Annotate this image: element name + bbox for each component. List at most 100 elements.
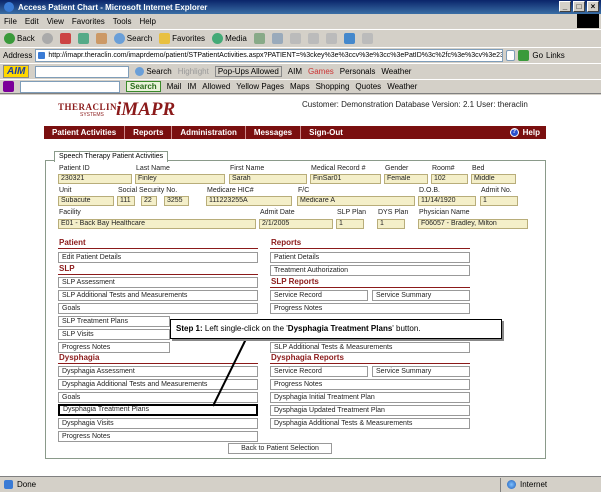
- yellow-pages-button[interactable]: Yellow Pages: [236, 82, 284, 91]
- dysphagia-additional-tests-report-button[interactable]: Dysphagia Additional Tests & Measurement…: [270, 418, 470, 429]
- windows-logo-icon: [577, 14, 599, 28]
- yahoo-icon[interactable]: [3, 81, 14, 92]
- slp-additional-tests-report-button[interactable]: SLP Additional Tests & Measurements: [270, 342, 470, 353]
- nav-reports[interactable]: Reports: [125, 126, 173, 139]
- forward-arrow-icon[interactable]: [41, 33, 53, 44]
- aim-search-button[interactable]: Search: [135, 67, 172, 76]
- slp-service-record-button[interactable]: Service Record: [270, 290, 368, 301]
- address-input[interactable]: http://imapr.theraclin.com/imaprdemo/pat…: [35, 49, 504, 62]
- menu-edit[interactable]: Edit: [21, 17, 43, 26]
- maps-button[interactable]: Maps: [290, 82, 310, 91]
- section-slp-reports: SLP Reports: [271, 277, 319, 286]
- menu-favorites[interactable]: Favorites: [68, 17, 109, 26]
- nav-messages[interactable]: Messages: [246, 126, 302, 139]
- main-nav: Patient Activities Reports Administratio…: [44, 126, 546, 139]
- section-divider: [270, 248, 470, 249]
- yahoo-allowed-button[interactable]: Allowed: [202, 82, 230, 91]
- dysphagia-goals-button[interactable]: Goals: [58, 392, 258, 403]
- edit-icon[interactable]: [307, 33, 319, 44]
- minimize-button[interactable]: _: [559, 1, 571, 12]
- research-icon[interactable]: [361, 33, 373, 44]
- search-button[interactable]: Search: [113, 33, 152, 44]
- messenger-icon[interactable]: [343, 33, 355, 44]
- yahoo-toolbar: Search Mail IM Allowed Yellow Pages Maps…: [0, 79, 601, 94]
- aim-menu-button[interactable]: AIM: [288, 67, 302, 76]
- back-button[interactable]: Back: [4, 33, 35, 44]
- history-icon[interactable]: [253, 33, 265, 44]
- security-zone: Internet: [500, 477, 547, 492]
- dysphagia-initial-plan-button[interactable]: Dysphagia Initial Treatment Plan: [270, 392, 470, 403]
- stop-icon[interactable]: [59, 33, 71, 44]
- yahoo-search-input[interactable]: [20, 80, 120, 93]
- logo-theraclin-text: THERACLIN: [58, 102, 118, 112]
- status-bar: Done Internet: [0, 476, 601, 492]
- dysphagia-visits-button[interactable]: Dysphagia Visits: [58, 418, 258, 429]
- quotes-button[interactable]: Quotes: [355, 82, 381, 91]
- label-dob: D.O.B.: [419, 187, 441, 194]
- shopping-button[interactable]: Shopping: [316, 82, 350, 91]
- menu-help[interactable]: Help: [135, 17, 159, 26]
- yahoo-weather-button[interactable]: Weather: [387, 82, 417, 91]
- nav-sign-out[interactable]: Sign-Out: [301, 126, 351, 139]
- section-divider: [58, 363, 258, 364]
- slp-progress-notes-button[interactable]: Progress Notes: [58, 342, 170, 353]
- tab-speech-therapy[interactable]: Speech Therapy Patient Activities: [54, 151, 169, 162]
- dysphagia-service-record-button[interactable]: Service Record: [270, 366, 368, 377]
- slp-additional-tests-button[interactable]: SLP Additional Tests and Measurements: [58, 290, 258, 301]
- edit-patient-details-button[interactable]: Edit Patient Details: [58, 252, 258, 263]
- yahoo-search-button[interactable]: Search: [126, 81, 161, 92]
- slp-progress-notes-report-button[interactable]: Progress Notes: [270, 303, 470, 314]
- menu-view[interactable]: View: [43, 17, 68, 26]
- callout-text-before: Left single-click on the ': [202, 324, 288, 333]
- popups-allowed-button[interactable]: Pop-Ups Allowed: [214, 66, 282, 77]
- go-arrow-icon[interactable]: [518, 50, 530, 61]
- aim-toolbar: AIM Search Highlight Pop-Ups Allowed AIM…: [0, 63, 601, 79]
- aim-logo[interactable]: AIM: [3, 65, 30, 78]
- menu-file[interactable]: File: [0, 17, 21, 26]
- dysphagia-treatment-plans-button[interactable]: Dysphagia Treatment Plans: [58, 404, 258, 416]
- slp-treatment-plans-button[interactable]: SLP Treatment Plans: [58, 316, 170, 327]
- dysphagia-additional-tests-button[interactable]: Dysphagia Additional Tests and Measureme…: [58, 379, 258, 390]
- home-icon[interactable]: [95, 33, 107, 44]
- dysphagia-assessment-button[interactable]: Dysphagia Assessment: [58, 366, 258, 377]
- address-dropdown-icon[interactable]: [506, 50, 516, 61]
- back-to-patient-selection-button[interactable]: Back to Patient Selection: [228, 443, 332, 454]
- maximize-button[interactable]: □: [573, 1, 585, 12]
- slp-assessment-button[interactable]: SLP Assessment: [58, 277, 258, 288]
- value-mrn: FinSar01: [310, 174, 381, 184]
- callout-step-label: Step 1:: [176, 324, 203, 333]
- refresh-icon[interactable]: [77, 33, 89, 44]
- status-left: Done: [0, 480, 500, 489]
- slp-goals-button[interactable]: Goals: [58, 303, 258, 314]
- label-bed: Bed: [472, 165, 485, 172]
- dysphagia-progress-notes-button[interactable]: Progress Notes: [58, 431, 258, 442]
- dysphagia-progress-notes-report-button[interactable]: Progress Notes: [270, 379, 470, 390]
- dysphagia-service-summary-button[interactable]: Service Summary: [372, 366, 470, 377]
- menu-tools[interactable]: Tools: [109, 17, 136, 26]
- slp-visits-button[interactable]: SLP Visits: [58, 329, 170, 340]
- personals-button[interactable]: Personals: [340, 67, 376, 76]
- value-room: 102: [431, 174, 468, 184]
- print-icon[interactable]: [289, 33, 301, 44]
- weather-button[interactable]: Weather: [381, 67, 411, 76]
- dysphagia-updated-plan-button[interactable]: Dysphagia Updated Treatment Plan: [270, 405, 470, 416]
- treatment-authorization-button[interactable]: Treatment Authorization: [270, 265, 470, 276]
- nav-patient-activities[interactable]: Patient Activities: [44, 126, 126, 139]
- close-button[interactable]: ×: [587, 1, 599, 12]
- nav-administration[interactable]: Administration: [172, 126, 246, 139]
- yahoo-im-button[interactable]: IM: [187, 82, 196, 91]
- aim-highlight-button[interactable]: Highlight: [178, 67, 209, 76]
- section-divider: [270, 287, 470, 288]
- favorites-button[interactable]: Favorites: [159, 33, 205, 44]
- help-button[interactable]: ? Help: [509, 126, 540, 139]
- links-button[interactable]: Links: [546, 51, 565, 60]
- games-button[interactable]: Games: [308, 67, 334, 76]
- discuss-icon[interactable]: [325, 33, 337, 44]
- slp-service-summary-button[interactable]: Service Summary: [372, 290, 470, 301]
- go-button[interactable]: Go: [532, 51, 543, 60]
- mail-icon[interactable]: [271, 33, 283, 44]
- yahoo-mail-button[interactable]: Mail: [167, 82, 182, 91]
- aim-search-input[interactable]: [35, 65, 130, 78]
- media-button[interactable]: Media: [212, 33, 247, 44]
- patient-details-report-button[interactable]: Patient Details: [270, 252, 470, 263]
